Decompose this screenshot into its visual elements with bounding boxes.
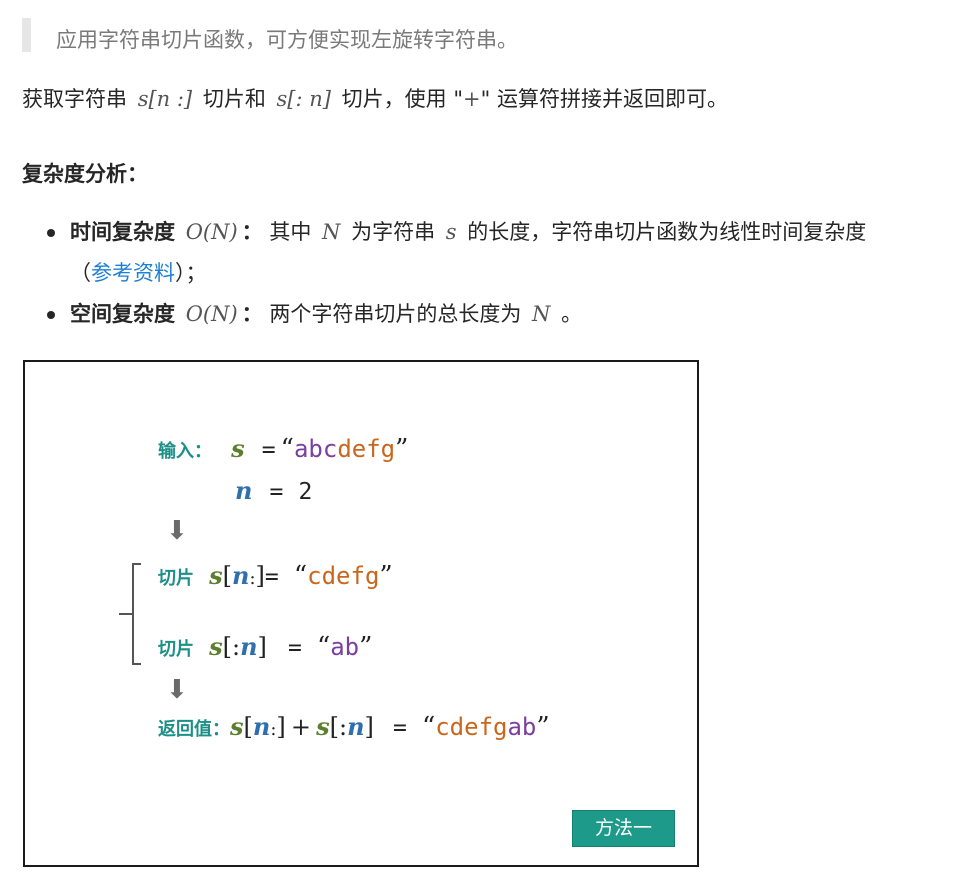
blockquote: 应用字符串切片函数，可方便实现左旋转字符串。 [22,14,962,54]
open-quote: “ [316,632,331,662]
time-var-s: s [445,220,457,244]
input-string-part2: defg [337,435,396,463]
blockquote-text: 应用字符串切片函数，可方便实现左旋转字符串。 [56,28,518,52]
slice2-bracket-open: [: [222,633,241,661]
equals-sign: = [392,715,407,741]
space-var-n: N [532,302,551,326]
n-value: 2 [298,479,313,505]
input-row-n: n = 2 [235,476,312,505]
close-quote: ” [359,632,373,662]
return-label: 返回值： [158,719,230,740]
blockquote-bar [22,18,31,52]
space-big-o: O(N) [185,302,238,326]
list-item-space: 空间复杂度 O(N)： 两个字符串切片的总长度为 N 。 [22,294,976,335]
plus-sign: + [290,713,311,741]
time-post: 的长度，字符串切片函数为线性时间复杂度 [467,220,867,244]
close-quote: ” [395,434,409,464]
return-var-n: n [252,712,271,741]
return-row: 返回值：s[n:] + s[:n] = “cdefgab” [158,712,550,742]
slice2-bracket-close: ] [257,633,267,661]
diagram-figure: 输入： s = “abcdefg” n = 2 ⬇ 切片 s[n:]= “cde… [23,360,699,867]
complexity-heading: 复杂度分析： [22,162,148,186]
time-paren-close: ）； [175,261,207,285]
method-one-button[interactable]: 方法一 [572,810,675,847]
math-plus: + [463,87,481,111]
close-quote: ” [379,561,393,591]
slice-label: 切片 [158,568,194,589]
slice1-bracket-close: ] [255,562,265,590]
reference-link[interactable]: 参考资料 [91,261,175,285]
equals-sign: = [264,564,279,590]
time-colon: ： [241,220,263,244]
space-colon: ： [241,302,263,326]
complexity-list: 时间复杂度 O(N)： 其中 N 为字符串 s 的长度，字符串切片函数为线性时间… [22,212,976,335]
equals-sign: = [269,479,284,505]
time-var-n: N [322,220,341,244]
time-paren-open: （ [70,261,91,285]
math-slice-right: s[n :] [137,87,193,111]
return-bracket-open: [ [243,713,253,741]
time-complexity-title: 时间复杂度 [70,220,175,244]
open-quote: “ [293,561,308,591]
slice-label: 切片 [158,639,194,660]
input-row-s: 输入： s = “abcdefg” [158,434,408,464]
return-var-s: s [230,712,244,741]
slice1-value: cdefg [307,562,380,590]
equals-sign: = [287,635,302,661]
open-quote: “ [280,434,294,464]
para-text-4: " 运算符拼接并返回即可。 [480,87,728,111]
time-mid: 为字符串 [351,220,436,244]
math-slice-left: s[: n] [276,87,331,111]
return-bracket-close: ] [276,713,286,741]
slice1-var-n: n [231,561,250,590]
return-var-n-2: n [347,712,365,741]
return-bracket-close-2: ] [364,713,374,741]
open-quote: “ [421,712,436,742]
para-text-1: 获取字符串 [22,87,127,111]
space-pre: 两个字符串切片的总长度为 [269,302,522,326]
equals-sign: = [261,437,276,463]
slice-row-1: 切片 s[n:]= “cdefg” [158,561,393,591]
slice1-var-s: s [209,561,223,590]
para-text-3: 切片，使用 " [341,87,463,111]
down-arrow-icon: ⬇ [166,675,188,705]
return-bracket-open-2: [: [329,713,348,741]
list-item-time: 时间复杂度 O(N)： 其中 N 为字符串 s 的长度，字符串切片函数为线性时间… [22,212,976,294]
var-s: s [231,434,245,463]
slice1-bracket-open: [ [222,562,232,590]
slice-row-2: 切片 s[:n] = “ab” [158,632,372,662]
return-value-part2: ab [507,713,537,741]
input-string-part1: abc [293,435,338,463]
slice2-value: ab [330,633,360,661]
return-value-part1: cdefg [435,713,508,741]
bullet-icon [47,311,55,319]
space-complexity-title: 空间复杂度 [70,302,175,326]
down-arrow-icon: ⬇ [166,516,188,546]
left-brace-icon [119,563,141,665]
close-quote: ” [536,712,550,742]
var-n: n [235,476,253,505]
time-big-o: O(N) [185,220,238,244]
space-post: 。 [561,302,583,326]
para-text-2: 切片和 [202,87,266,111]
slice2-var-n: n [240,632,258,661]
slice2-var-s: s [209,632,223,661]
description-paragraph: 获取字符串 s[n :] 切片和 s[: n] 切片，使用 "+" 运算符拼接并… [22,84,728,114]
bullet-icon [47,229,55,237]
return-var-s-2: s [316,712,330,741]
input-label: 输入： [158,441,212,462]
time-pre: 其中 [269,220,312,244]
